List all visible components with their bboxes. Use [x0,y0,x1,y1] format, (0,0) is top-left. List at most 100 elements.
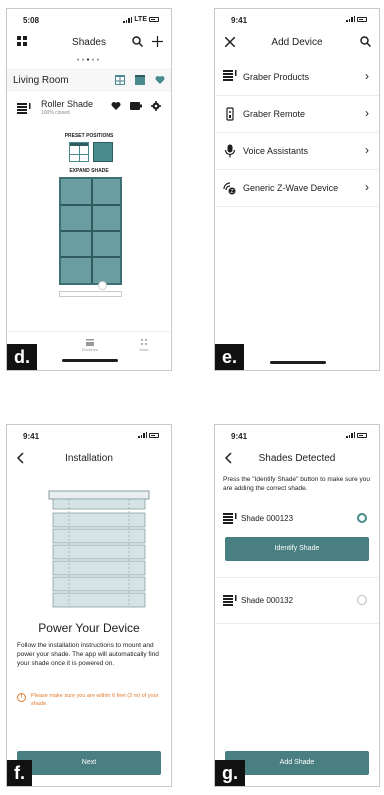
screen-shades: 5:08 LTE Shades ●●●●● Living Room Roller… [6,8,172,371]
list-item-label: Voice Assistants [243,146,309,156]
shade-visual[interactable] [59,177,122,285]
preset-open-button[interactable] [69,142,89,162]
status-signal [138,432,159,438]
status-time: 9:41 [23,432,40,441]
preset-closed-button[interactable] [93,142,113,162]
shade-row-000132[interactable]: Shade 000132 [223,589,371,613]
divider [215,623,379,624]
status-bar: 5:08 LTE [7,9,171,29]
identify-shade-button[interactable]: Identify Shade [225,537,369,561]
status-bar: 9:41 [215,9,379,29]
shade-name: Roller Shade [41,99,94,109]
room-actions [115,75,165,85]
panel-label: e. [215,344,245,370]
status-signal [346,432,367,438]
shade-stack-icon [17,103,31,114]
room-name: Living Room [13,75,69,86]
battery-icon [357,16,367,22]
nav-bar: Add Device [215,31,379,55]
chevron-right-icon: › [365,143,369,157]
shade-radio-selected[interactable] [357,513,367,523]
more-grid-icon [141,339,147,345]
room-header[interactable]: Living Room [7,69,171,91]
status-time: 9:41 [231,432,248,441]
nav-bar: Installation [7,447,171,471]
zwave-icon: Z [223,182,236,195]
battery-icon [357,432,367,438]
list-item-label: Generic Z-Wave Device [243,183,339,193]
status-signal [346,16,367,22]
list-item-voice-assistants[interactable]: Voice Assistants › [215,133,379,170]
signal-icon [138,432,147,438]
page-title: Installation [65,453,113,464]
battery-icon [149,17,159,22]
status-bar: 9:41 [215,425,379,445]
panel-label: g. [215,760,245,786]
tab-routines[interactable]: Routines [75,338,105,352]
screen-installation: 9:41 Installation Power Your Device Foll… [6,424,172,787]
search-icon[interactable] [132,36,143,47]
screen-shades-detected: 9:41 Shades Detected Press the "Identify… [214,424,380,787]
gear-icon[interactable] [151,101,161,111]
remote-icon [226,107,234,121]
microphone-icon [224,144,236,158]
page-title: Shades [72,37,106,48]
add-icon[interactable] [152,36,163,47]
divider [215,577,379,578]
shade-drag-handle[interactable] [98,281,107,290]
shade-closed-icon[interactable] [135,75,145,85]
shade-row-000123[interactable]: Shade 000123 [223,507,371,531]
device-type-list: Graber Products › Graber Remote › Voice … [215,59,379,207]
warning-icon: ! [17,693,26,702]
list-item-zwave[interactable]: Z Generic Z-Wave Device › [215,170,379,207]
panel-label: f. [7,760,32,786]
page-title: Add Device [271,37,323,48]
status-signal: LTE [123,16,159,23]
page-title: Shades Detected [258,453,336,464]
signal-icon [123,16,133,23]
distance-warning: ! Please make sure you are within 6 feet… [17,692,161,708]
list-item-label: Graber Products [243,72,310,82]
preset-positions-label: PRESET POSITIONS [64,133,114,139]
screen-add-device: 9:41 Add Device Graber Products › Graber… [214,8,380,371]
shade-illustration [48,490,150,608]
list-item-label: Graber Remote [243,109,306,119]
status-time: 9:41 [231,16,248,25]
home-indicator [62,359,118,362]
heading: Power Your Device [38,621,140,635]
tab-more-label: More [139,347,149,352]
favorite-heart-icon[interactable] [111,101,121,111]
add-shade-button[interactable]: Add Shade [225,751,369,775]
signal-icon [346,432,355,438]
warning-text: Please make sure you are within 6 feet (… [31,693,159,707]
shade-stack-icon [223,70,237,81]
instructions-text: Follow the installation instructions to … [17,642,159,667]
next-button[interactable]: Next [17,751,161,775]
search-icon[interactable] [360,36,371,47]
shade-status: 100% closed [41,110,70,116]
status-bar: 9:41 [7,425,171,445]
shade-stack-icon [223,513,237,524]
list-item-graber-products[interactable]: Graber Products › [215,59,379,96]
tab-routines-label: Routines [82,347,98,352]
tab-more[interactable]: More [129,338,159,352]
shade-name: Shade 000132 [241,596,294,605]
shade-name: Shade 000123 [241,514,294,523]
list-item-graber-remote[interactable]: Graber Remote › [215,96,379,133]
shade-stack-icon [223,595,237,606]
network-label: LTE [134,16,147,23]
svg-text:Z: Z [230,189,234,195]
routines-icon [86,339,94,346]
shade-open-icon[interactable] [115,75,125,85]
signal-icon [346,16,355,22]
chevron-right-icon: › [365,69,369,83]
battery-icon [149,432,159,438]
heart-icon[interactable] [155,75,165,85]
home-indicator [270,361,326,364]
expand-shade-label: EXPAND SHADE [69,168,109,174]
shade-radio-unselected[interactable] [357,595,367,605]
battery-level-icon [130,102,142,110]
nav-bar: Shades [7,31,171,55]
status-time: 5:08 [23,16,40,25]
shade-row[interactable]: Roller Shade 100% closed [7,95,171,123]
